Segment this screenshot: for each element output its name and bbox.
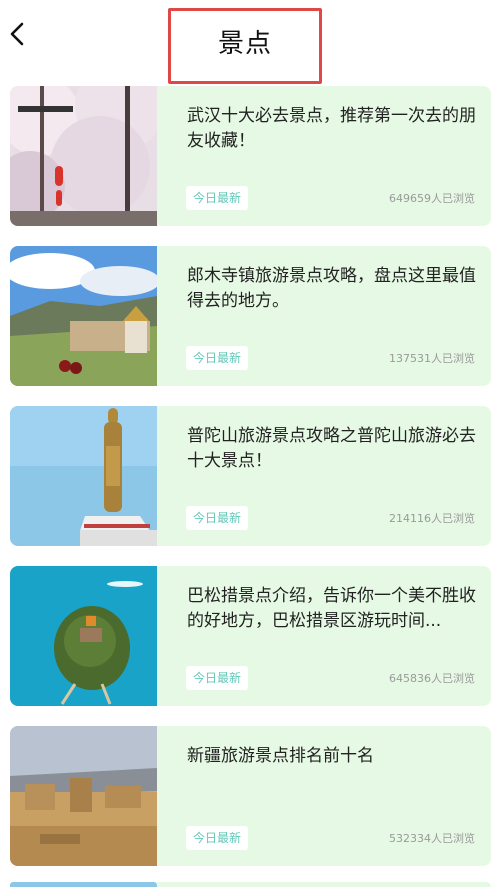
item-title: 新疆旅游景点排名前十名 bbox=[187, 746, 374, 766]
thumbnail-image bbox=[10, 566, 157, 706]
latest-tag: 今日最新 bbox=[186, 826, 249, 850]
list-item[interactable]: 巴松措景点介绍，告诉你一个美不胜收的好地方，巴松措景区游玩时间... 今日最新 … bbox=[10, 566, 491, 706]
latest-tag: 今日最新 bbox=[186, 186, 249, 210]
item-title: 普陀山旅游景点攻略之普陀山旅游必去十大景点！ bbox=[187, 426, 476, 471]
item-title: 巴松措景点介绍，告诉你一个美不胜收的好地方，巴松措景区游玩时间... bbox=[187, 586, 476, 631]
latest-tag: 今日最新 bbox=[186, 346, 249, 370]
title-highlight-box: 景点 bbox=[168, 8, 322, 84]
list-item[interactable]: 武汉十大必去景点，推荐第一次去的朋友收藏！ 今日最新 649659人已浏览 bbox=[10, 86, 491, 226]
latest-tag: 今日最新 bbox=[186, 506, 249, 530]
item-title: 郎木寺镇旅游景点攻略，盘点这里最值得去的地方。 bbox=[187, 266, 476, 311]
thumbnail-image bbox=[10, 406, 157, 546]
thumbnail-image bbox=[10, 86, 157, 226]
thumbnail-image bbox=[10, 726, 157, 866]
chevron-left-icon bbox=[10, 22, 24, 46]
item-title: 武汉十大必去景点，推荐第一次去的朋友收藏！ bbox=[187, 106, 476, 151]
latest-tag: 今日最新 bbox=[186, 666, 249, 690]
list-item[interactable]: 郎木寺镇旅游景点攻略，盘点这里最值得去的地方。 今日最新 137531人已浏览 bbox=[10, 246, 491, 386]
next-item-card-peek bbox=[157, 882, 491, 887]
thumbnail-image bbox=[10, 246, 157, 386]
back-button[interactable] bbox=[6, 18, 30, 50]
view-count: 532334人已浏览 bbox=[389, 832, 475, 845]
view-count: 645836人已浏览 bbox=[389, 672, 475, 685]
view-count: 214116人已浏览 bbox=[389, 512, 475, 525]
list-item[interactable]: 新疆旅游景点排名前十名 今日最新 532334人已浏览 bbox=[10, 726, 491, 866]
view-count: 137531人已浏览 bbox=[389, 352, 475, 365]
page-title: 景点 bbox=[217, 29, 272, 59]
header: 景点 bbox=[0, 0, 494, 86]
next-item-thumbnail-peek bbox=[10, 882, 157, 887]
list-item[interactable]: 普陀山旅游景点攻略之普陀山旅游必去十大景点！ 今日最新 214116人已浏览 bbox=[10, 406, 491, 546]
view-count: 649659人已浏览 bbox=[389, 192, 475, 205]
